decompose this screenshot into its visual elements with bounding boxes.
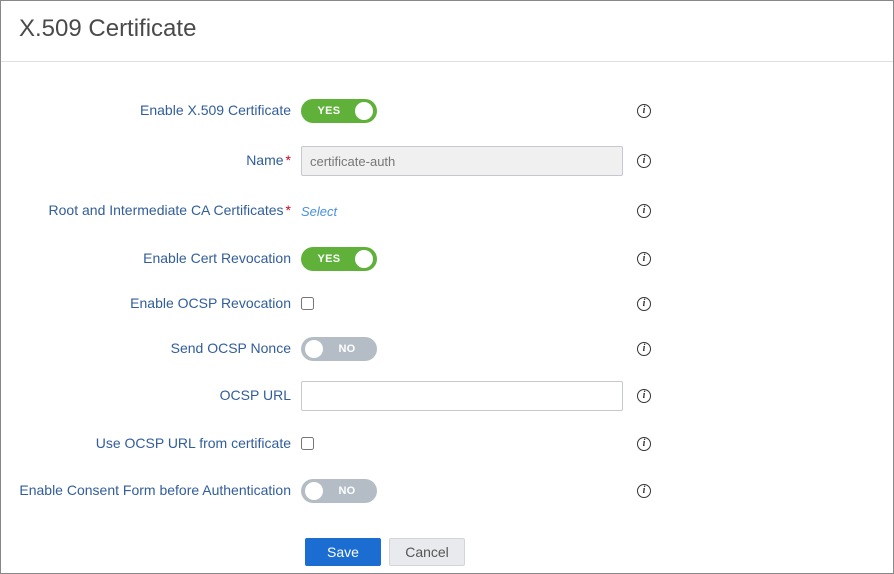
label-enable-ocsp-rev: Enable OCSP Revocation (1, 295, 301, 313)
form-body: Enable X.509 Certificate YES i Name* i R… (1, 62, 893, 566)
page-title: X.509 Certificate (19, 15, 875, 43)
toggle-knob (305, 482, 323, 500)
info-icon[interactable]: i (637, 437, 651, 451)
label-use-ocsp-url-cert: Use OCSP URL from certificate (1, 435, 301, 453)
label-enable-consent-text: Enable Consent Form before Authenticatio… (19, 482, 291, 498)
info-icon[interactable]: i (637, 204, 651, 218)
button-row: Save Cancel (1, 538, 893, 566)
label-name: Name* (1, 152, 301, 170)
label-enable-x509: Enable X.509 Certificate (1, 102, 301, 120)
label-ocsp-url: OCSP URL (1, 387, 301, 405)
info-icon[interactable]: i (637, 297, 651, 311)
ocsp-url-input[interactable] (301, 381, 623, 411)
cancel-button[interactable]: Cancel (389, 538, 465, 566)
row-enable-ocsp-rev: Enable OCSP Revocation i (1, 281, 893, 326)
row-enable-cert-rev: Enable Cert Revocation YES i (1, 236, 893, 281)
row-name: Name* i (1, 136, 893, 186)
toggle-knob (305, 340, 323, 358)
info-icon[interactable]: i (637, 154, 651, 168)
toggle-knob (355, 102, 373, 120)
required-marker: * (286, 202, 291, 218)
checkbox-use-ocsp-url-cert[interactable] (301, 437, 314, 450)
dialog-header: X.509 Certificate (1, 1, 893, 62)
info-icon[interactable]: i (637, 104, 651, 118)
label-name-text: Name (246, 152, 283, 168)
toggle-enable-cert-rev[interactable]: YES (301, 247, 377, 271)
row-root-ca: Root and Intermediate CA Certificates* S… (1, 186, 893, 236)
info-icon[interactable]: i (637, 389, 651, 403)
root-ca-select-link[interactable]: Select (301, 204, 337, 219)
toggle-enable-x509[interactable]: YES (301, 99, 377, 123)
required-marker: * (286, 152, 291, 168)
label-enable-consent: Enable Consent Form before Authenticatio… (1, 482, 301, 500)
name-input[interactable] (301, 146, 623, 176)
label-enable-cert-rev: Enable Cert Revocation (1, 250, 301, 268)
label-root-ca-text: Root and Intermediate CA Certificates (49, 202, 284, 218)
row-enable-x509: Enable X.509 Certificate YES i (1, 86, 893, 136)
row-send-ocsp-nonce: Send OCSP Nonce NO i (1, 326, 893, 371)
info-icon[interactable]: i (637, 252, 651, 266)
info-icon[interactable]: i (637, 484, 651, 498)
label-root-ca: Root and Intermediate CA Certificates* (1, 202, 301, 220)
checkbox-enable-ocsp-rev[interactable] (301, 297, 314, 310)
row-use-ocsp-url-cert: Use OCSP URL from certificate i (1, 421, 893, 466)
row-enable-consent: Enable Consent Form before Authenticatio… (1, 466, 893, 516)
info-icon[interactable]: i (637, 342, 651, 356)
toggle-knob (355, 250, 373, 268)
label-send-ocsp-nonce: Send OCSP Nonce (1, 340, 301, 358)
x509-certificate-dialog: X.509 Certificate Enable X.509 Certifica… (0, 0, 894, 574)
row-ocsp-url: OCSP URL i (1, 371, 893, 421)
save-button[interactable]: Save (305, 538, 381, 566)
toggle-send-ocsp-nonce[interactable]: NO (301, 337, 377, 361)
toggle-enable-consent[interactable]: NO (301, 479, 377, 503)
